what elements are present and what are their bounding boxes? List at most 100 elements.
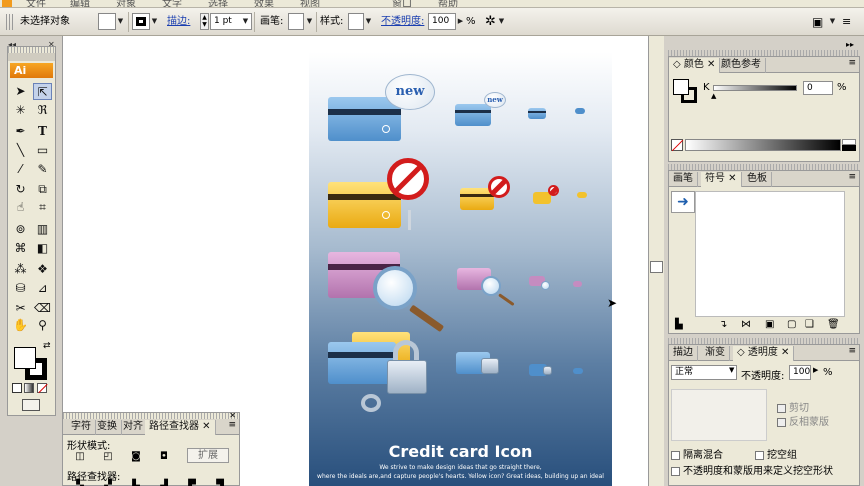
new-symbol-page-icon[interactable]: ❑ [805,319,814,330]
symbol-sprayer-tool-icon[interactable]: ⊚ [11,221,30,238]
pencil-tool-icon[interactable]: ✎ [33,161,52,178]
color-panel-menu-icon[interactable]: ≡ [848,58,856,68]
recolor-artwork-icon[interactable]: ✲ [485,14,496,30]
menu-select[interactable]: 选择 [208,0,228,7]
gradient-mode-icon[interactable] [24,383,34,393]
tab-transform[interactable]: 变换 [93,420,122,435]
brush-swatch[interactable] [288,13,304,30]
menu-object[interactable]: 对象 [116,0,136,7]
new-symbol-icon[interactable]: ▢ [787,319,796,330]
toolbox-header[interactable] [8,53,55,61]
minus-back-icon[interactable]: ▜ [213,479,227,486]
brushes-panel-menu-icon[interactable]: ≡ [848,172,856,182]
live-paint-tool-icon[interactable]: ⛁ [11,280,30,297]
outline-icon[interactable]: ▛ [185,479,199,486]
delete-symbol-icon[interactable]: 🗑 [827,319,840,330]
fill-color-box[interactable] [14,347,36,369]
place-symbol-icon[interactable]: ↴ [719,319,727,330]
scissors-tool-icon[interactable]: ✂ [11,300,30,317]
break-link-icon[interactable]: ⋈ [741,319,751,330]
menu-window[interactable]: 窗口 [392,0,412,7]
rotate-tool-icon[interactable]: ↻ [11,181,30,198]
brush-dropdown-arrow[interactable]: ▼ [305,13,314,30]
transparency-panel-menu-icon[interactable]: ≡ [848,346,856,356]
hand-tool-icon[interactable]: ✋ [11,317,30,334]
knockout-group-option[interactable]: 挖空组 [755,446,797,461]
clip-option[interactable]: 剪切 [777,399,809,414]
isolate-blending-option[interactable]: 隔离混合 [671,446,723,461]
blend-tool-icon[interactable]: ❖ [33,261,52,278]
warp-tool-icon[interactable]: ☝ [11,199,30,216]
stroke-weight-dropdown[interactable]: ▼ [241,13,250,30]
tab-brushes[interactable]: 画笔 [669,172,698,187]
tab-align[interactable]: 对齐 [119,420,148,435]
slice-tool-icon[interactable]: ⊿ [33,280,52,297]
symbol-libraries-icon[interactable]: ▙ [675,319,683,330]
fill-dropdown-arrow[interactable]: ▼ [116,13,125,30]
trim-icon[interactable]: ▞ [101,479,115,486]
column-graph-tool-icon[interactable]: ▥ [33,221,52,238]
tab-color[interactable]: ◇ 颜色 ✕ [669,58,721,73]
stroke-weight-stepper[interactable]: ▲ ▼ [200,13,209,30]
menu-edit[interactable]: 编辑 [70,0,90,7]
menu-effect[interactable]: 效果 [254,0,274,7]
screen-mode-icon[interactable] [22,399,40,411]
pathfinder-panel-menu-icon[interactable]: ≡ [228,420,236,430]
recolor-dropdown-arrow[interactable]: ▼ [497,13,506,30]
crop-icon[interactable]: ▟ [157,479,171,486]
stroke-dropdown-arrow[interactable]: ▼ [150,13,159,30]
tab-gradient[interactable]: 渐变 [701,346,730,361]
stroke-link[interactable]: 描边: [167,14,190,30]
tab-pathfinder[interactable]: 路径查找器 ✕ [145,420,216,435]
expand-dock-icon[interactable]: ▸▸ [846,40,854,49]
expand-button[interactable]: 扩展 [187,448,229,463]
none-color-swatch[interactable] [671,139,684,152]
mesh-tool-icon[interactable]: ⌘ [11,240,30,257]
opacity-flyout-arrow[interactable]: ▶ [456,13,465,30]
k-channel-slider[interactable] [713,85,797,91]
blend-mode-dropdown-arrow[interactable]: ▼ [729,366,734,374]
artboard[interactable]: new new Credit card Icon We strive to ma… [309,52,612,486]
style-swatch[interactable] [348,13,364,30]
magic-wand-tool-icon[interactable]: ✳ [11,102,30,119]
transparency-opacity-field[interactable]: 100 [789,365,811,380]
type-tool-icon[interactable]: T [33,123,52,140]
black-swatch[interactable] [842,145,856,151]
color-spectrum-ramp[interactable] [685,139,841,151]
control-panel-menu-icon[interactable]: ≡ [842,14,851,30]
style-dropdown-arrow[interactable]: ▼ [364,13,373,30]
zoom-tool-icon[interactable]: ⚲ [33,317,52,334]
tab-character[interactable]: 字符 [67,420,96,435]
tab-symbols[interactable]: 符号 ✕ [701,172,742,187]
symbol-arrow-thumbnail[interactable]: ➜ [671,191,695,213]
color-fill-box[interactable] [673,79,689,95]
menu-view[interactable]: 视图 [300,0,320,7]
free-transform-tool-icon[interactable]: ⌗ [33,199,52,216]
tab-color-guide[interactable]: 颜色参考 [717,58,766,73]
tab-swatches[interactable]: 色板 [743,172,772,187]
control-bar-grip[interactable] [6,14,14,30]
symbols-list[interactable] [695,191,845,317]
merge-icon[interactable]: ▙ [129,479,143,486]
opacity-link[interactable]: 不透明度: [381,14,424,30]
none-mode-icon[interactable] [37,383,48,394]
k-slider-handle-icon[interactable]: ▲ [711,92,716,100]
pen-tool-icon[interactable]: ✒ [11,123,30,140]
symbol-options-icon[interactable]: ▣ [765,319,774,330]
rectangle-tool-icon[interactable]: ▭ [33,142,52,159]
scale-tool-icon[interactable]: ⧉ [33,181,52,198]
blend-mode-select[interactable]: 正常 [671,365,737,380]
gradient-tool-icon[interactable]: ◧ [33,240,52,257]
lasso-tool-icon[interactable]: ℜ [33,102,52,119]
eyedropper-tool-icon[interactable]: ⁂ [11,261,30,278]
document-setup-dropdown[interactable]: ▼ [828,13,837,30]
menu-file[interactable]: 文件 [26,0,46,7]
selection-tool-icon[interactable]: ➤ [11,83,30,100]
intersect-icon[interactable]: ◙ [129,450,143,463]
minus-front-icon[interactable]: ◰ [101,450,115,463]
divide-icon[interactable]: ▚ [73,479,87,486]
app-icon[interactable] [2,0,12,7]
canvas-vertical-scrollbar[interactable] [648,36,664,486]
opacity-field[interactable]: 100 [428,13,456,30]
eraser-tool-icon[interactable]: ⌫ [33,300,52,317]
